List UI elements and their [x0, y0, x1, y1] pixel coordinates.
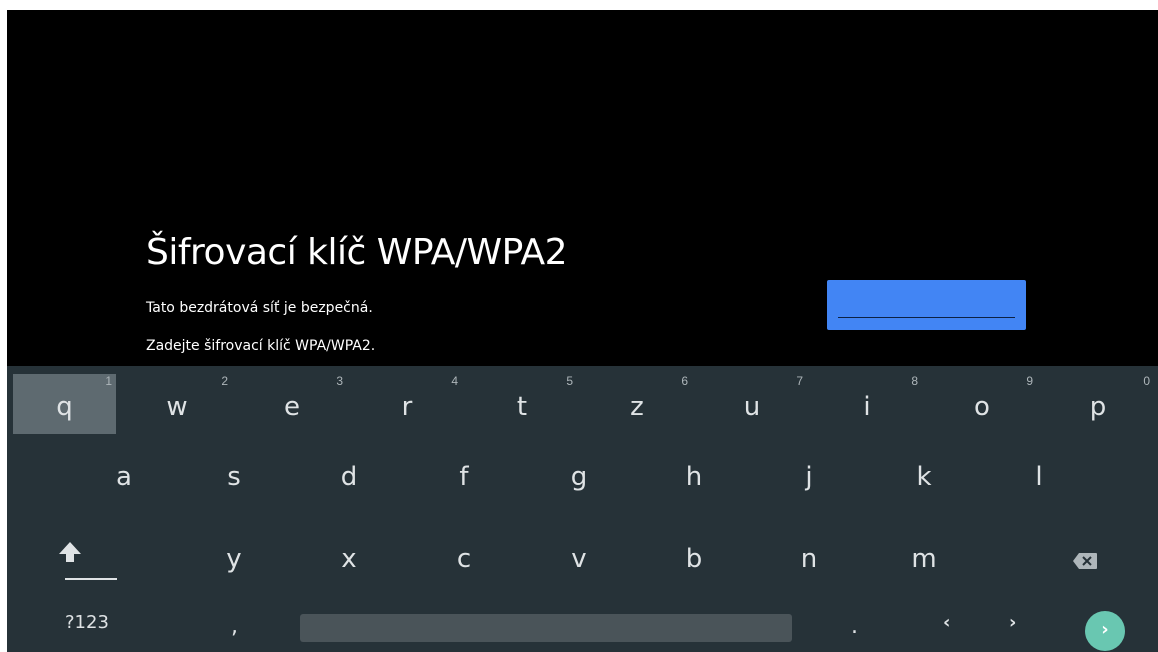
key-u[interactable]: u 7	[697, 366, 807, 436]
key-k[interactable]: k	[869, 446, 979, 516]
key-v[interactable]: v	[524, 514, 634, 584]
key-hint: 5	[566, 374, 573, 388]
keyboard-row-4: ?123 , . ‹ › ›	[7, 584, 1158, 652]
keyboard-row-3: y x c v b n m	[7, 514, 1158, 584]
key-c[interactable]: c	[409, 514, 519, 584]
key-label: w	[166, 392, 188, 422]
key-l[interactable]: l	[984, 446, 1094, 516]
key-n[interactable]: n	[754, 514, 864, 584]
shift-underline	[65, 578, 117, 580]
key-label: x	[341, 544, 357, 574]
key-w[interactable]: w 2	[122, 366, 232, 436]
key-label: n	[800, 544, 818, 574]
key-label: o	[974, 392, 990, 422]
key-label: u	[743, 392, 761, 422]
key-o[interactable]: o 9	[927, 366, 1037, 436]
screen: Šifrovací klíč WPA/WPA2 Tato bezdrátová …	[7, 10, 1158, 652]
key-i[interactable]: i 8	[812, 366, 922, 436]
key-label: p	[1089, 392, 1107, 422]
cursor-left-key[interactable]: ‹	[943, 612, 950, 633]
cursor-right-key[interactable]: ›	[1009, 612, 1016, 633]
space-bar[interactable]	[300, 614, 792, 642]
enter-button[interactable]: ›	[1085, 611, 1125, 651]
key-label: i	[863, 392, 871, 422]
key-label: a	[116, 462, 132, 492]
key-label: g	[570, 462, 588, 492]
keyboard-row-2: a s d f g h j k l	[7, 446, 1158, 516]
key-r[interactable]: r 4	[352, 366, 462, 436]
key-label: f	[459, 462, 469, 492]
key-hint: 4	[451, 374, 458, 388]
password-field[interactable]	[827, 280, 1026, 330]
key-e[interactable]: e 3	[237, 366, 347, 436]
key-j[interactable]: j	[754, 446, 864, 516]
key-d[interactable]: d	[294, 446, 404, 516]
key-label: r	[401, 392, 413, 422]
key-f[interactable]: f	[409, 446, 519, 516]
security-notice: Tato bezdrátová síť je bezpečná.	[146, 300, 373, 316]
key-s[interactable]: s	[179, 446, 289, 516]
key-g[interactable]: g	[524, 446, 634, 516]
keyboard-row-1: q 1 w 2 e 3 r 4 t 5 z 6 u 7 i 8 o 9 p 0	[7, 366, 1158, 436]
key-label: k	[916, 462, 932, 492]
key-q[interactable]: q 1	[13, 374, 116, 434]
key-z[interactable]: z 6	[582, 366, 692, 436]
page-title: Šifrovací klíč WPA/WPA2	[146, 232, 568, 273]
shift-arrow-icon	[59, 542, 81, 562]
key-hint: 7	[796, 374, 803, 388]
key-t[interactable]: t 5	[467, 366, 577, 436]
key-a[interactable]: a	[69, 446, 179, 516]
key-label: q	[56, 392, 73, 422]
key-label: s	[227, 462, 241, 492]
key-p[interactable]: p 0	[1042, 366, 1154, 436]
key-label: h	[685, 462, 703, 492]
key-label: t	[516, 392, 528, 422]
key-label: j	[805, 462, 813, 492]
period-key[interactable]: .	[851, 614, 858, 639]
shift-key[interactable]	[13, 514, 121, 584]
password-underline	[838, 317, 1015, 318]
key-hint: 6	[681, 374, 688, 388]
key-hint: 9	[1026, 374, 1033, 388]
key-label: v	[571, 544, 587, 574]
key-hint: 2	[221, 374, 228, 388]
key-m[interactable]: m	[869, 514, 979, 584]
symbols-key[interactable]: ?123	[65, 612, 109, 633]
key-hint: 8	[911, 374, 918, 388]
key-hint: 1	[105, 374, 112, 388]
key-x[interactable]: x	[294, 514, 404, 584]
key-b[interactable]: b	[639, 514, 749, 584]
key-label: b	[685, 544, 703, 574]
on-screen-keyboard: q 1 w 2 e 3 r 4 t 5 z 6 u 7 i 8 o 9 p 0 …	[7, 366, 1158, 652]
key-hint: 3	[336, 374, 343, 388]
key-label: l	[1035, 462, 1043, 492]
comma-key[interactable]: ,	[231, 614, 238, 639]
key-y[interactable]: y	[179, 514, 289, 584]
key-label: c	[456, 544, 472, 574]
key-hint: 0	[1143, 374, 1150, 388]
key-h[interactable]: h	[639, 446, 749, 516]
key-label: z	[630, 392, 644, 422]
instruction-text: Zadejte šifrovací klíč WPA/WPA2.	[146, 338, 376, 354]
key-label: m	[911, 544, 937, 574]
key-label: e	[284, 392, 300, 422]
backspace-icon[interactable]	[1072, 552, 1098, 570]
key-label: d	[340, 462, 358, 492]
key-label: y	[226, 544, 242, 574]
